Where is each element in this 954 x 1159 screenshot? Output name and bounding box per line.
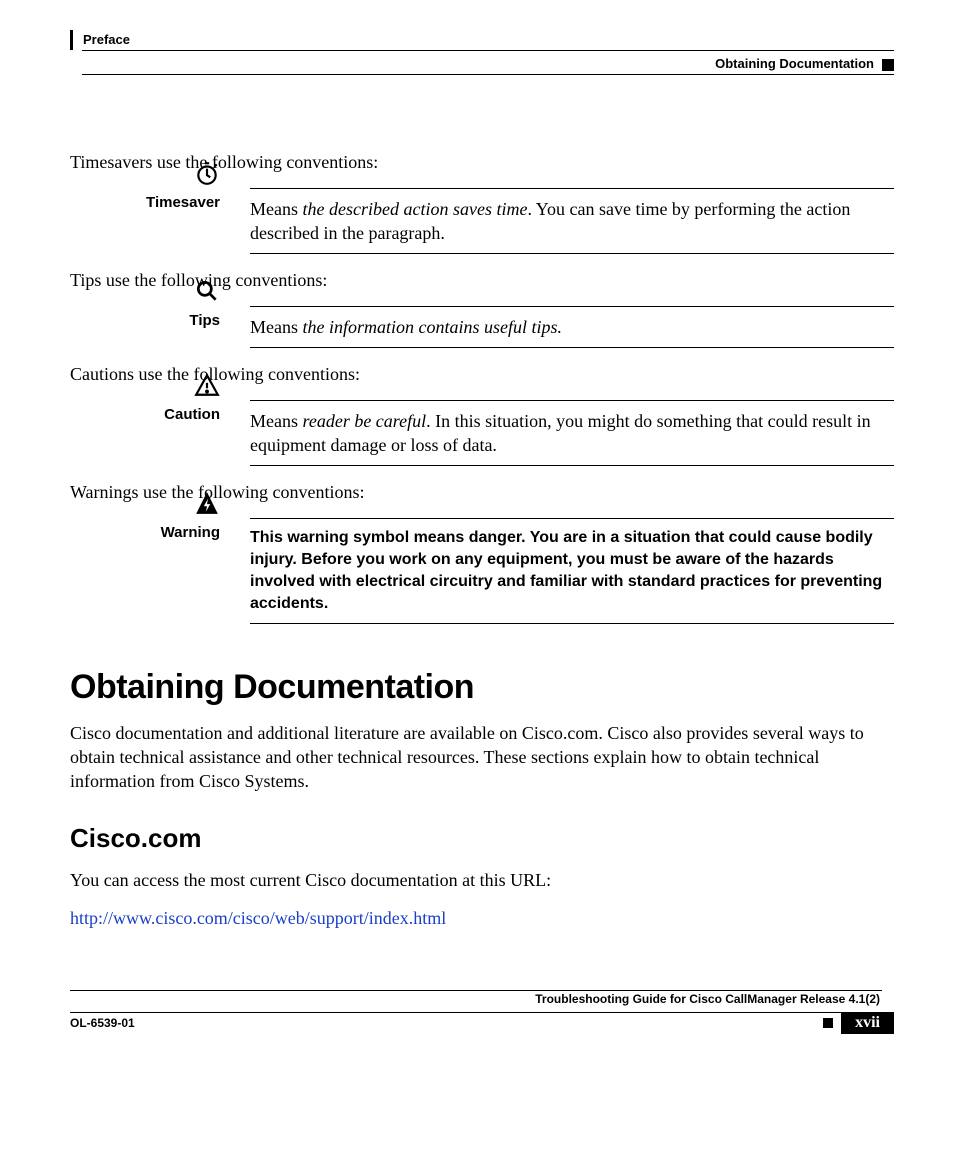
page-number: xvii <box>841 1012 894 1034</box>
tips-convention: Tips Means the information contains usef… <box>70 306 894 348</box>
cisco-paragraph: You can access the most current Cisco do… <box>70 868 894 892</box>
footer-doc-id: OL-6539-01 <box>70 1016 135 1030</box>
tips-text: Means the information contains useful ti… <box>250 315 894 339</box>
tips-label: Tips <box>70 312 220 329</box>
warning-convention: Warning This warning symbol means danger… <box>70 518 894 624</box>
heading-cisco-com: Cisco.com <box>70 823 894 854</box>
caution-triangle-icon <box>70 372 220 403</box>
running-footer: Troubleshooting Guide for Cisco CallMana… <box>70 990 894 1040</box>
caution-convention: Caution Means reader be careful. In this… <box>70 400 894 466</box>
warning-bolt-icon <box>70 490 220 521</box>
timesaver-convention: Timesaver Means the described action sav… <box>70 188 894 254</box>
warning-text: This warning symbol means danger. You ar… <box>250 527 894 615</box>
obtaining-paragraph: Cisco documentation and additional liter… <box>70 721 894 793</box>
footer-title: Troubleshooting Guide for Cisco CallMana… <box>535 992 880 1006</box>
cisco-support-link[interactable]: http://www.cisco.com/cisco/web/support/i… <box>70 908 446 928</box>
magnifier-icon <box>70 278 220 309</box>
heading-obtaining-documentation: Obtaining Documentation <box>70 668 894 707</box>
warning-label: Warning <box>70 524 220 541</box>
header-left: Preface <box>70 30 130 50</box>
cisco-url-line: http://www.cisco.com/cisco/web/support/i… <box>70 906 894 930</box>
header-right: Obtaining Documentation <box>715 54 894 74</box>
caution-label: Caution <box>70 406 220 423</box>
stopwatch-icon <box>70 160 220 191</box>
caution-text: Means reader be careful. In this situati… <box>250 409 894 457</box>
page: Preface Obtaining Documentation Timesave… <box>0 0 954 1060</box>
content: Timesavers use the following conventions… <box>70 150 894 930</box>
timesaver-label: Timesaver <box>70 194 220 211</box>
running-header: Preface Obtaining Documentation <box>70 30 894 80</box>
timesaver-text: Means the described action saves time. Y… <box>250 197 894 245</box>
